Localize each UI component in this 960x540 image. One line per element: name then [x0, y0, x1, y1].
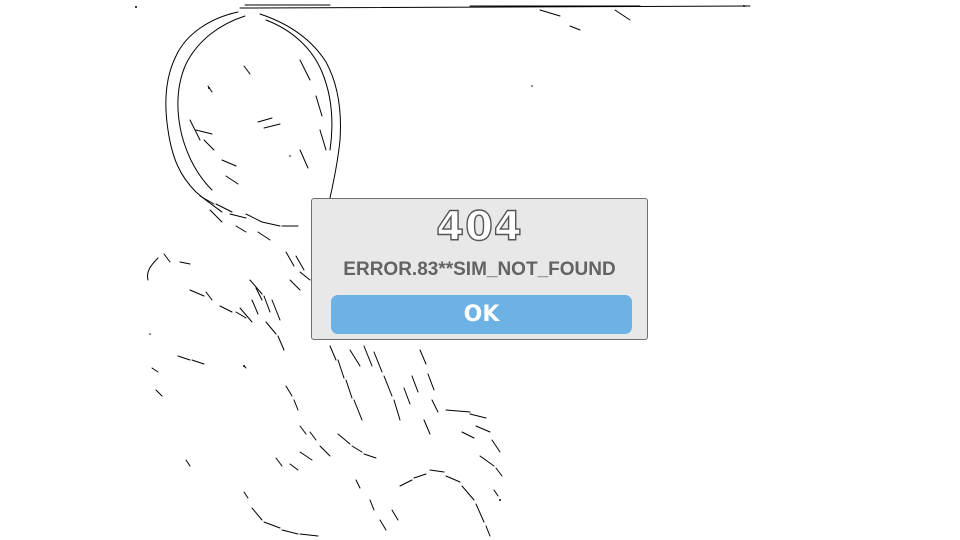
- screen: 404 ERROR.83**SIM_NOT_FOUND OK: [0, 0, 960, 540]
- error-message: ERROR.83**SIM_NOT_FOUND: [343, 259, 616, 280]
- body-outline: [147, 253, 213, 301]
- ok-button[interactable]: OK: [331, 295, 632, 334]
- error-code: 404: [436, 203, 523, 250]
- top-dotted-band: [239, 4, 751, 31]
- error-dialog: 404 ERROR.83**SIM_NOT_FOUND OK: [311, 198, 648, 340]
